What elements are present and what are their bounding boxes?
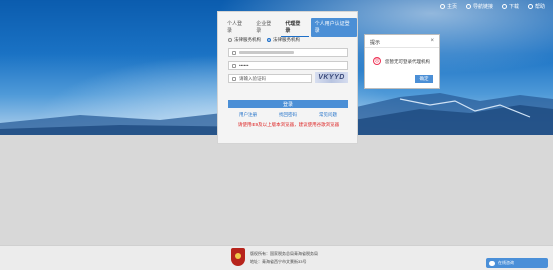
captcha-field[interactable]: 请输入验证码 xyxy=(228,74,312,83)
radio-circle-checked xyxy=(267,38,271,42)
content-background xyxy=(0,135,553,245)
captcha-placeholder: 请输入验证码 xyxy=(239,75,266,81)
dialog-message: 您暂无可登录代理机构 xyxy=(385,59,430,64)
login-type-radios: 法律服务机构 法律服务机构 xyxy=(228,37,300,43)
close-icon[interactable]: × xyxy=(430,38,434,44)
online-chat-button[interactable]: 在线咨询 xyxy=(486,258,548,268)
top-nav: 主页 导航链接 下载 帮助 xyxy=(439,3,545,10)
lock-icon xyxy=(232,63,236,68)
username-value-redacted xyxy=(239,51,294,54)
download-icon xyxy=(501,4,507,9)
browser-warning: 请使用IE9及以上版本浏览器，建议使用谷歌浏览器 xyxy=(237,122,340,127)
nav-download-label: 下载 xyxy=(508,4,519,10)
personal-auth-login-button[interactable]: 个人用户认证登录 xyxy=(310,18,357,37)
password-field[interactable]: •••••• xyxy=(228,61,348,70)
radio-circle xyxy=(228,38,232,42)
footer-address: 地址：青海省西宁市文景街33号 xyxy=(250,259,307,264)
nav-links-label: 导航链接 xyxy=(472,4,493,10)
nav-links[interactable]: 导航链接 xyxy=(465,3,493,10)
radio-option-1[interactable]: 法律服务机构 xyxy=(228,37,261,43)
login-tabs: 个人登录 企业登录 代理登录 个人用户认证登录 xyxy=(223,18,357,37)
username-field[interactable] xyxy=(228,48,348,57)
tax-emblem-logo xyxy=(231,248,245,266)
password-value: •••••• xyxy=(239,63,249,68)
shield-icon xyxy=(232,76,236,81)
nav-download[interactable]: 下载 xyxy=(501,3,519,10)
tab-enterprise-login[interactable]: 企业登录 xyxy=(252,18,279,37)
nav-home[interactable]: 主页 xyxy=(439,3,457,10)
dialog-title: 提示 xyxy=(370,40,381,46)
captcha-image[interactable]: VKYYD xyxy=(315,72,348,83)
login-button[interactable]: 登录 xyxy=(228,100,348,108)
nav-home-label: 主页 xyxy=(446,4,457,10)
radio-label: 法律服务机构 xyxy=(273,37,300,42)
sad-face-icon: ☹ xyxy=(373,57,381,65)
radio-option-2[interactable]: 法律服务机构 xyxy=(267,37,300,43)
login-links: 用户注册 找回密码 常见问题 xyxy=(228,112,348,118)
footer xyxy=(0,245,553,270)
help-icon xyxy=(527,4,533,9)
link-icon xyxy=(465,4,471,9)
home-icon xyxy=(439,4,445,9)
tab-agent-login[interactable]: 代理登录 xyxy=(281,18,309,37)
register-link[interactable]: 用户注册 xyxy=(239,112,257,118)
chat-bubble-icon xyxy=(489,260,495,266)
nav-help[interactable]: 帮助 xyxy=(527,3,545,10)
login-panel: 个人登录 企业登录 代理登录 个人用户认证登录 法律服务机构 法律服务机构 ••… xyxy=(217,11,358,144)
ok-button[interactable]: 确定 xyxy=(415,75,433,83)
radio-label: 法律服务机构 xyxy=(234,37,261,42)
nav-help-label: 帮助 xyxy=(534,4,545,10)
dialog-divider xyxy=(365,47,439,48)
alert-dialog: 提示 × ☹ 您暂无可登录代理机构 确定 xyxy=(364,34,440,89)
faq-link[interactable]: 常见问题 xyxy=(319,112,337,118)
tab-personal-login[interactable]: 个人登录 xyxy=(223,18,250,37)
user-icon xyxy=(232,50,236,55)
forgot-password-link[interactable]: 找回密码 xyxy=(279,112,297,118)
chat-label: 在线咨询 xyxy=(498,260,514,265)
footer-copyright: 版权所有：国家税务总局青海省税务局 xyxy=(250,251,318,256)
